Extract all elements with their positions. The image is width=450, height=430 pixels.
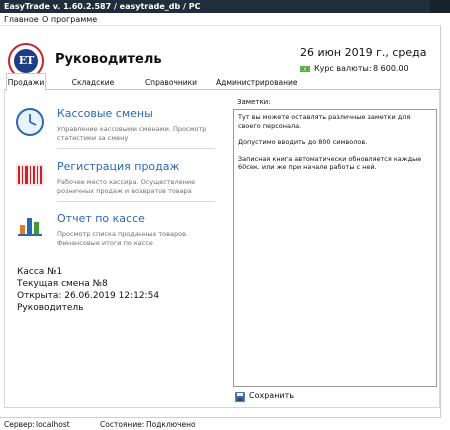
report-icon: [18, 218, 42, 236]
state-label: Состояние:: [100, 420, 145, 429]
rate-label: Курс валюты:: [314, 64, 372, 73]
section-cash-report[interactable]: Отчет по кассе Просмотр списка проданных…: [15, 212, 215, 252]
barcode-icon: [16, 164, 44, 186]
state-value: Подключено: [146, 420, 196, 429]
cash-report-description: Просмотр списка проданных товаров. Финан…: [57, 230, 188, 247]
clock-icon: [16, 108, 44, 136]
tab-bar: Продажи Складские операции Справочники А…: [4, 73, 440, 100]
shift-opened: Открыта: 26.06.2019 12:12:54: [17, 291, 160, 301]
status-bar: Сервер: localhost Состояние: Подключено: [0, 417, 441, 430]
current-user: Руководитель: [17, 303, 84, 313]
tab-administration[interactable]: Администрирование: [216, 76, 298, 90]
cash-register-info: Касса №1 Текущая смена №8 Открыта: 26.06…: [17, 266, 159, 314]
window-title: EasyTrade v. 1.60.2.587 / easytrade_db /…: [4, 2, 201, 11]
divider: [57, 201, 215, 202]
current-date: 26 июн 2019 г., среда: [300, 46, 427, 59]
tab-sales[interactable]: Продажи: [6, 73, 46, 91]
tab-directories[interactable]: Справочники: [140, 76, 202, 90]
notes-label: Заметки:: [237, 98, 271, 106]
notes-line: Записная книга автоматически обновляется…: [238, 154, 422, 172]
header: ET Руководитель 26 июн 2019 г., среда Ку…: [0, 26, 441, 79]
title-bar: EasyTrade v. 1.60.2.587 / easytrade_db /…: [0, 0, 450, 13]
current-shift: Текущая смена №8: [17, 279, 108, 289]
sales-registration-title[interactable]: Регистрация продаж: [57, 160, 179, 173]
notes-textarea[interactable]: Тут вы можете оставлять различные заметк…: [233, 109, 437, 387]
page-title: Руководитель: [55, 52, 162, 67]
menu-item-about[interactable]: О программе: [42, 14, 97, 25]
section-cash-shifts[interactable]: Кассовые смены Управление кассовыми смен…: [15, 107, 215, 147]
server-value: localhost: [36, 420, 70, 429]
server-label: Сервер:: [4, 420, 35, 429]
logo-text: ET: [14, 49, 38, 73]
save-icon: [235, 392, 245, 402]
app-window: Главное О программе ET Руководитель 26 и…: [0, 13, 441, 430]
cash-shifts-description: Управление кассовыми сменами. Просмотр с…: [57, 125, 207, 142]
register-number: Касса №1: [17, 267, 63, 277]
notes-line: Тут вы можете оставлять различные заметк…: [238, 113, 411, 130]
rate-value: 8 600.00: [373, 64, 409, 73]
menu-item-main[interactable]: Главное: [4, 14, 39, 25]
menu-bar: Главное О программе: [0, 13, 441, 26]
notes-line: Допустимо вводить до 800 символов.: [238, 138, 368, 146]
sales-panel: Кассовые смены Управление кассовыми смен…: [4, 90, 440, 408]
sales-registration-description: Рабочее место кассира. Осуществление роз…: [57, 178, 196, 195]
save-label: Сохранить: [249, 391, 294, 400]
section-sales-registration[interactable]: Регистрация продаж Рабочее место кассира…: [15, 160, 215, 200]
cash-shifts-title[interactable]: Кассовые смены: [57, 107, 153, 120]
window-controls[interactable]: [430, 0, 450, 13]
divider: [57, 148, 215, 149]
save-button[interactable]: Сохранить: [233, 390, 313, 404]
cash-report-title[interactable]: Отчет по кассе: [57, 212, 145, 225]
tab-warehouse[interactable]: Складские операции: [52, 76, 134, 100]
